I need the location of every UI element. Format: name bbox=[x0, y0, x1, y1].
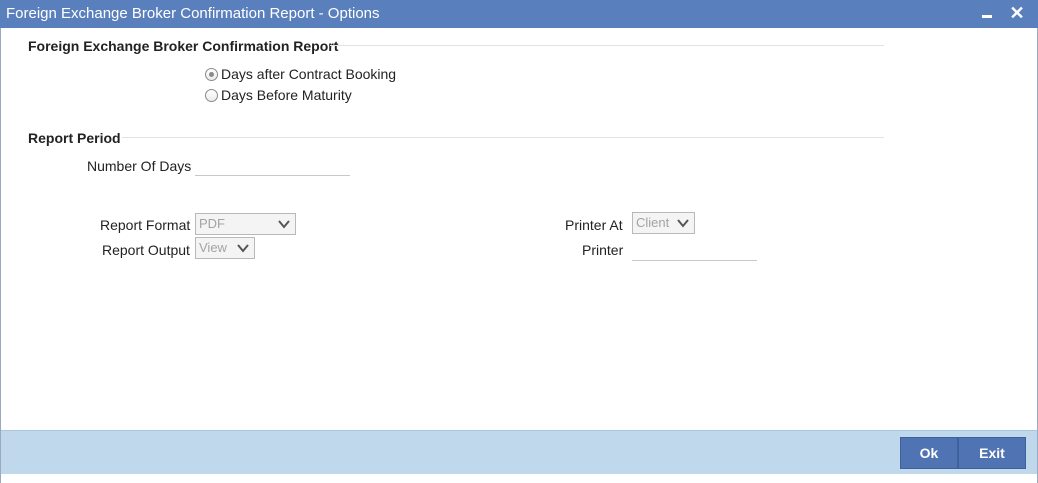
number-of-days-underline bbox=[195, 175, 350, 176]
report-output-select[interactable]: View bbox=[195, 237, 255, 259]
printer-at-select[interactable]: Client bbox=[632, 212, 695, 234]
printer-input[interactable] bbox=[632, 241, 757, 260]
report-format-label: Report Format bbox=[100, 217, 191, 233]
printer-at-value: Client bbox=[636, 215, 670, 230]
radio-days-before-maturity[interactable]: Days Before Maturity bbox=[205, 87, 352, 103]
section-title-period: Report Period bbox=[28, 130, 121, 146]
section-divider bbox=[330, 45, 884, 46]
printer-label: Printer bbox=[582, 242, 624, 258]
radio-label: Days after Contract Booking bbox=[221, 66, 397, 82]
radio-unchecked-icon[interactable] bbox=[205, 88, 218, 102]
section-title-report: Foreign Exchange Broker Confirmation Rep… bbox=[28, 38, 339, 54]
minimize-icon bbox=[982, 14, 992, 18]
chevron-down-icon bbox=[677, 219, 689, 228]
chevron-down-icon bbox=[278, 220, 290, 229]
section-divider bbox=[122, 137, 884, 138]
window-title: Foreign Exchange Broker Confirmation Rep… bbox=[6, 5, 380, 22]
minimize-button[interactable] bbox=[977, 2, 997, 24]
ok-button[interactable]: Ok bbox=[900, 437, 958, 469]
printer-underline bbox=[632, 260, 757, 261]
printer-at-label: Printer At bbox=[565, 217, 623, 233]
number-of-days-label: Number Of Days bbox=[87, 158, 192, 174]
close-icon: ✕ bbox=[1009, 3, 1025, 23]
radio-days-after-booking[interactable]: Days after Contract Booking bbox=[205, 66, 396, 82]
report-output-value: View bbox=[199, 240, 227, 255]
footer-bar: Ok Exit bbox=[1, 430, 1037, 474]
radio-checked-icon[interactable] bbox=[205, 67, 218, 81]
chevron-down-icon bbox=[237, 244, 249, 253]
title-bar: Foreign Exchange Broker Confirmation Rep… bbox=[0, 0, 1038, 28]
exit-button[interactable]: Exit bbox=[958, 437, 1026, 469]
number-of-days-input[interactable] bbox=[195, 156, 350, 175]
report-output-label: Report Output bbox=[102, 242, 190, 258]
close-button[interactable]: ✕ bbox=[1007, 2, 1027, 24]
report-format-select[interactable]: PDF bbox=[195, 213, 296, 235]
report-format-value: PDF bbox=[199, 216, 225, 231]
radio-label: Days Before Maturity bbox=[221, 87, 352, 103]
